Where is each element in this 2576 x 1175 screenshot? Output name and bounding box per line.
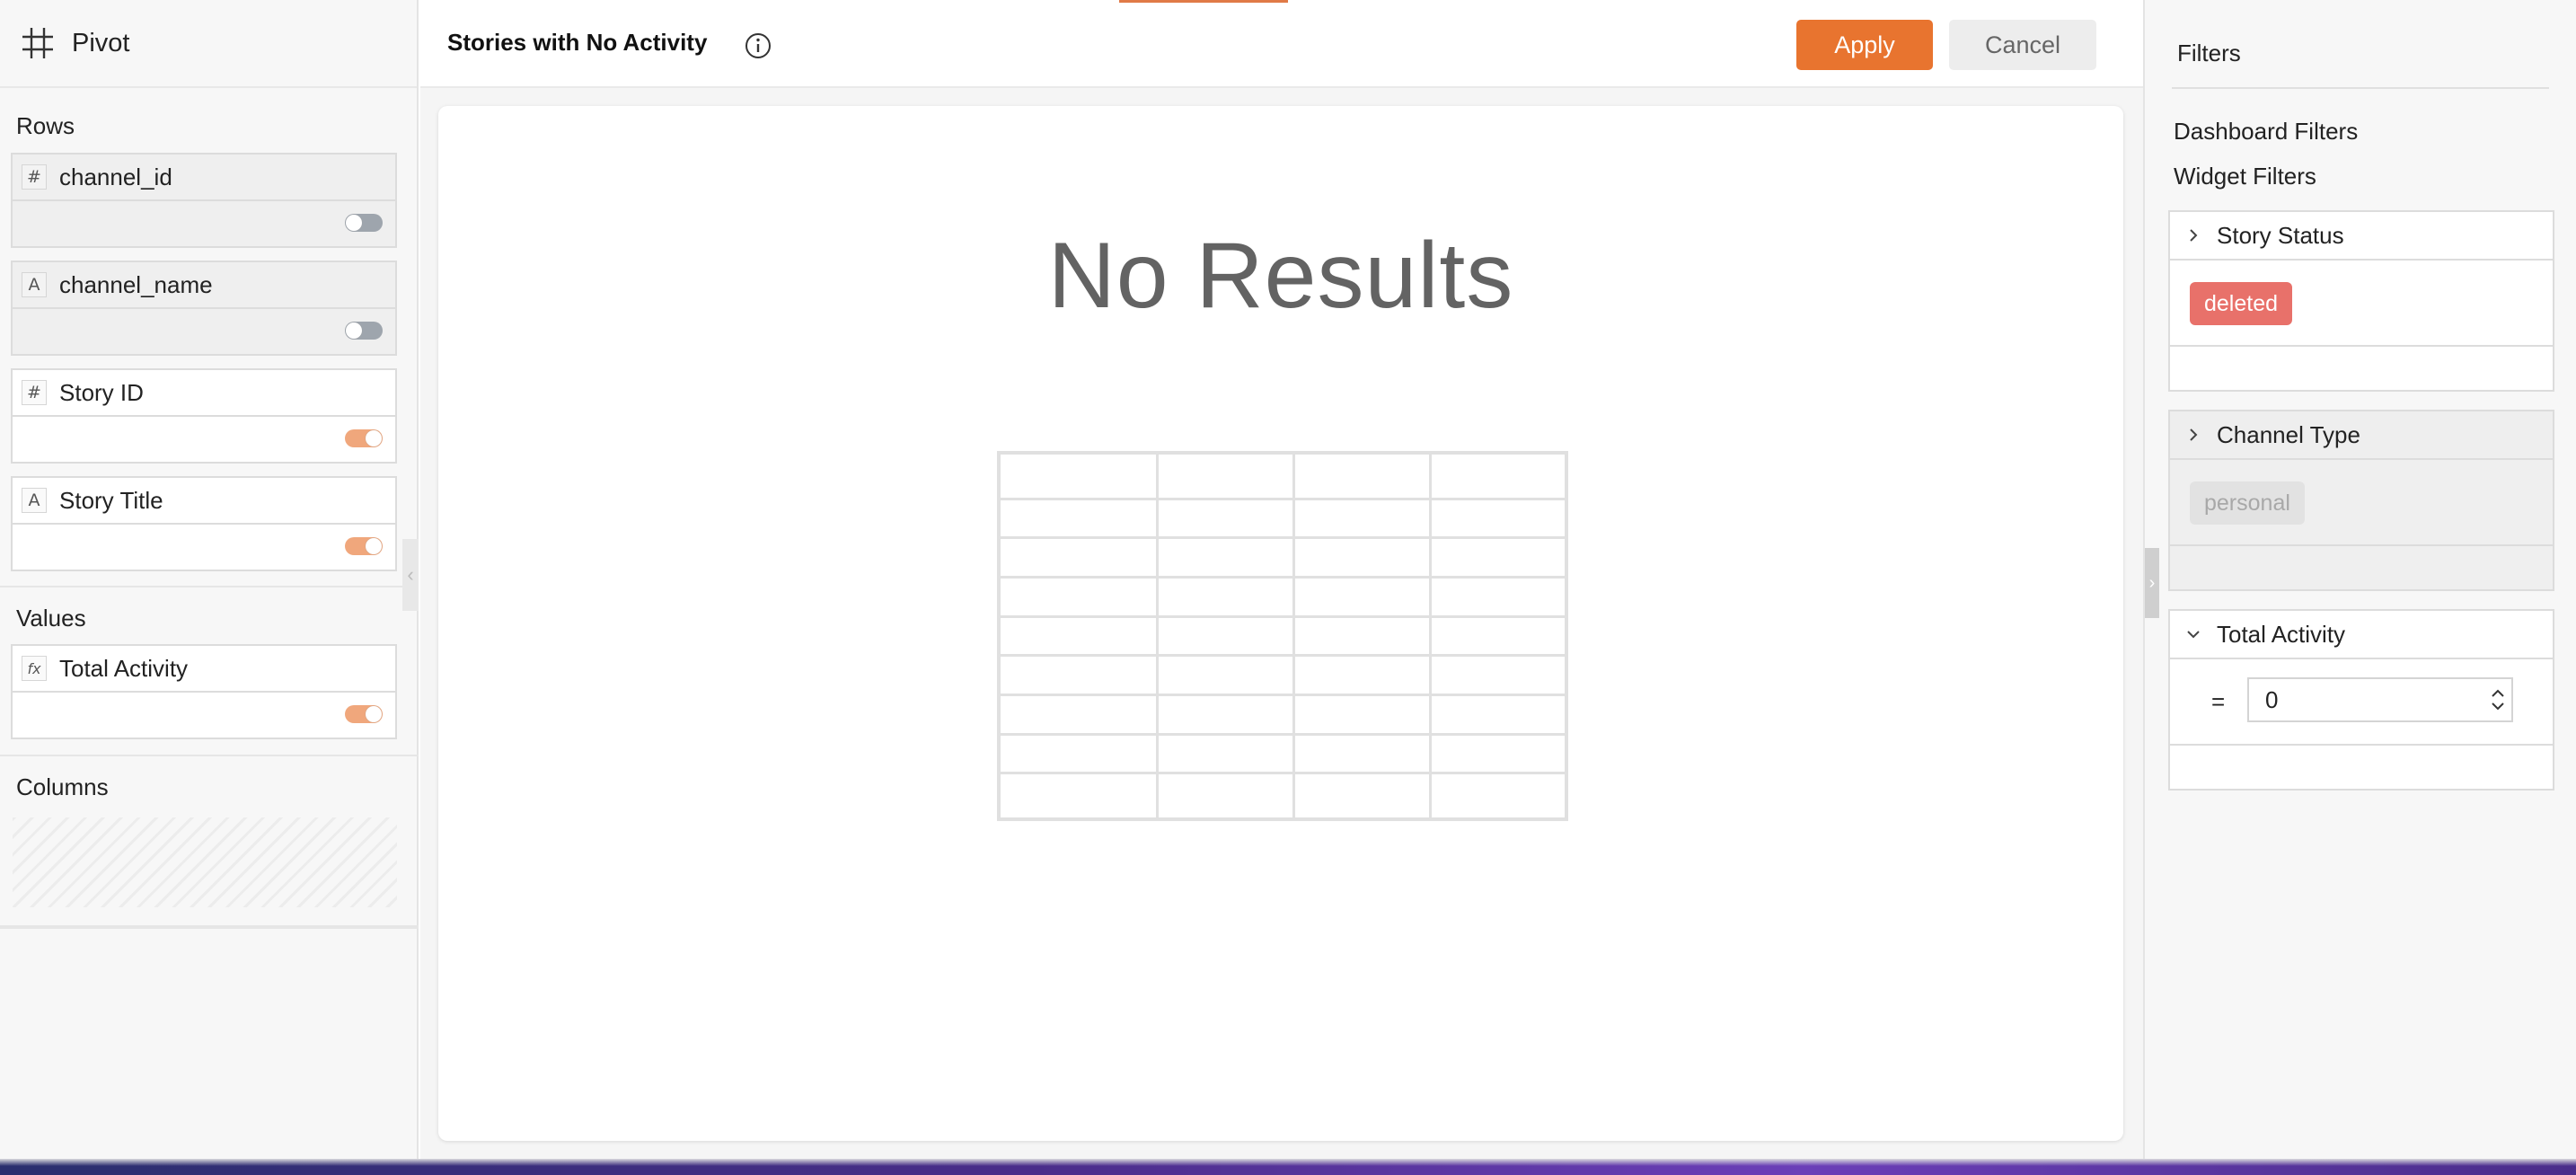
- filter-name: Total Activity: [2217, 620, 2346, 648]
- field-toggle[interactable]: [345, 214, 383, 232]
- filter-name: Story Status: [2217, 221, 2344, 249]
- pivot-title: Pivot: [72, 28, 130, 57]
- row-field-channel-id[interactable]: # channel_id: [11, 153, 397, 248]
- columns-section-label: Columns: [16, 773, 109, 800]
- row-field-channel-name[interactable]: A channel_name: [11, 261, 397, 356]
- values-section-label: Values: [16, 605, 86, 632]
- number-stepper[interactable]: [2484, 679, 2511, 720]
- pivot-grid-icon: [22, 28, 53, 58]
- filter-value-input[interactable]: 0: [2247, 677, 2513, 722]
- chevron-down-icon[interactable]: [2490, 700, 2506, 712]
- collapse-right-panel-handle[interactable]: ›: [2145, 548, 2159, 618]
- filters-divider: [2172, 87, 2549, 89]
- filter-header[interactable]: Channel Type: [2170, 411, 2553, 460]
- widget-filters-link[interactable]: Widget Filters: [2174, 163, 2316, 190]
- widget-editor: Stories with No Activity Apply Cancel No…: [420, 0, 2143, 1159]
- rows-section-label: Rows: [16, 112, 75, 139]
- text-type-icon: A: [22, 488, 47, 513]
- filters-title: Filters: [2177, 40, 2241, 66]
- text-type-icon: A: [22, 272, 47, 297]
- filter-total-activity: Total Activity = 0: [2168, 609, 2554, 791]
- active-indicator: [1119, 0, 1288, 3]
- chevron-right-icon: [2190, 428, 2198, 441]
- chevron-down-icon: [2187, 631, 2200, 639]
- field-toggle[interactable]: [345, 537, 383, 555]
- number-type-icon: #: [22, 380, 47, 405]
- no-results-message: No Results: [1047, 224, 1514, 328]
- pivot-config-panel: Pivot Rows # channel_id A channel_name #…: [0, 0, 419, 1159]
- filter-value-tag[interactable]: personal: [2190, 481, 2305, 525]
- row-field-story-id[interactable]: # Story ID: [11, 368, 397, 464]
- field-name: Total Activity: [59, 654, 189, 682]
- field-toggle[interactable]: [345, 429, 383, 447]
- field-toggle[interactable]: [345, 322, 383, 340]
- empty-table-illustration: [997, 451, 1568, 821]
- filter-operator: =: [2211, 688, 2226, 715]
- field-name: channel_id: [59, 163, 172, 190]
- field-toggle[interactable]: [345, 705, 383, 723]
- filter-value-tag[interactable]: deleted: [2190, 282, 2293, 325]
- info-icon[interactable]: [744, 31, 772, 60]
- apply-button[interactable]: Apply: [1796, 20, 1933, 70]
- row-field-story-title[interactable]: A Story Title: [11, 476, 397, 571]
- chevron-right-icon: [2190, 229, 2198, 242]
- field-name: channel_name: [59, 270, 213, 298]
- field-name: Story ID: [59, 378, 144, 406]
- widget-header: Stories with No Activity Apply Cancel: [420, 0, 2143, 88]
- desktop-background-strip: [0, 1159, 2576, 1175]
- section-divider: [0, 755, 419, 756]
- filter-channel-type: Channel Type personal: [2168, 410, 2554, 591]
- widget-preview-canvas: No Results: [438, 106, 2123, 1141]
- filters-panel: › Filters Dashboard Filters Widget Filte…: [2143, 0, 2576, 1159]
- widget-title: Stories with No Activity: [447, 29, 708, 56]
- filter-header[interactable]: Story Status: [2170, 212, 2553, 261]
- filter-name: Channel Type: [2217, 420, 2360, 448]
- field-name: Story Title: [59, 486, 163, 514]
- dashboard-filters-link[interactable]: Dashboard Filters: [2174, 118, 2358, 146]
- section-divider: [0, 586, 419, 588]
- section-divider: [0, 925, 419, 929]
- formula-type-icon: fx: [22, 656, 47, 681]
- pivot-header: Pivot: [0, 0, 417, 88]
- columns-drop-zone[interactable]: [13, 817, 397, 907]
- value-field-total-activity[interactable]: fx Total Activity: [11, 644, 397, 739]
- chevron-up-icon[interactable]: [2490, 687, 2506, 700]
- collapse-left-panel-handle[interactable]: ‹: [402, 539, 419, 611]
- app-root: Pivot Rows # channel_id A channel_name #…: [0, 0, 2576, 1159]
- number-type-icon: #: [22, 164, 47, 190]
- cancel-button[interactable]: Cancel: [1949, 20, 2096, 70]
- filter-header[interactable]: Total Activity: [2170, 611, 2553, 659]
- filter-story-status: Story Status deleted: [2168, 210, 2554, 392]
